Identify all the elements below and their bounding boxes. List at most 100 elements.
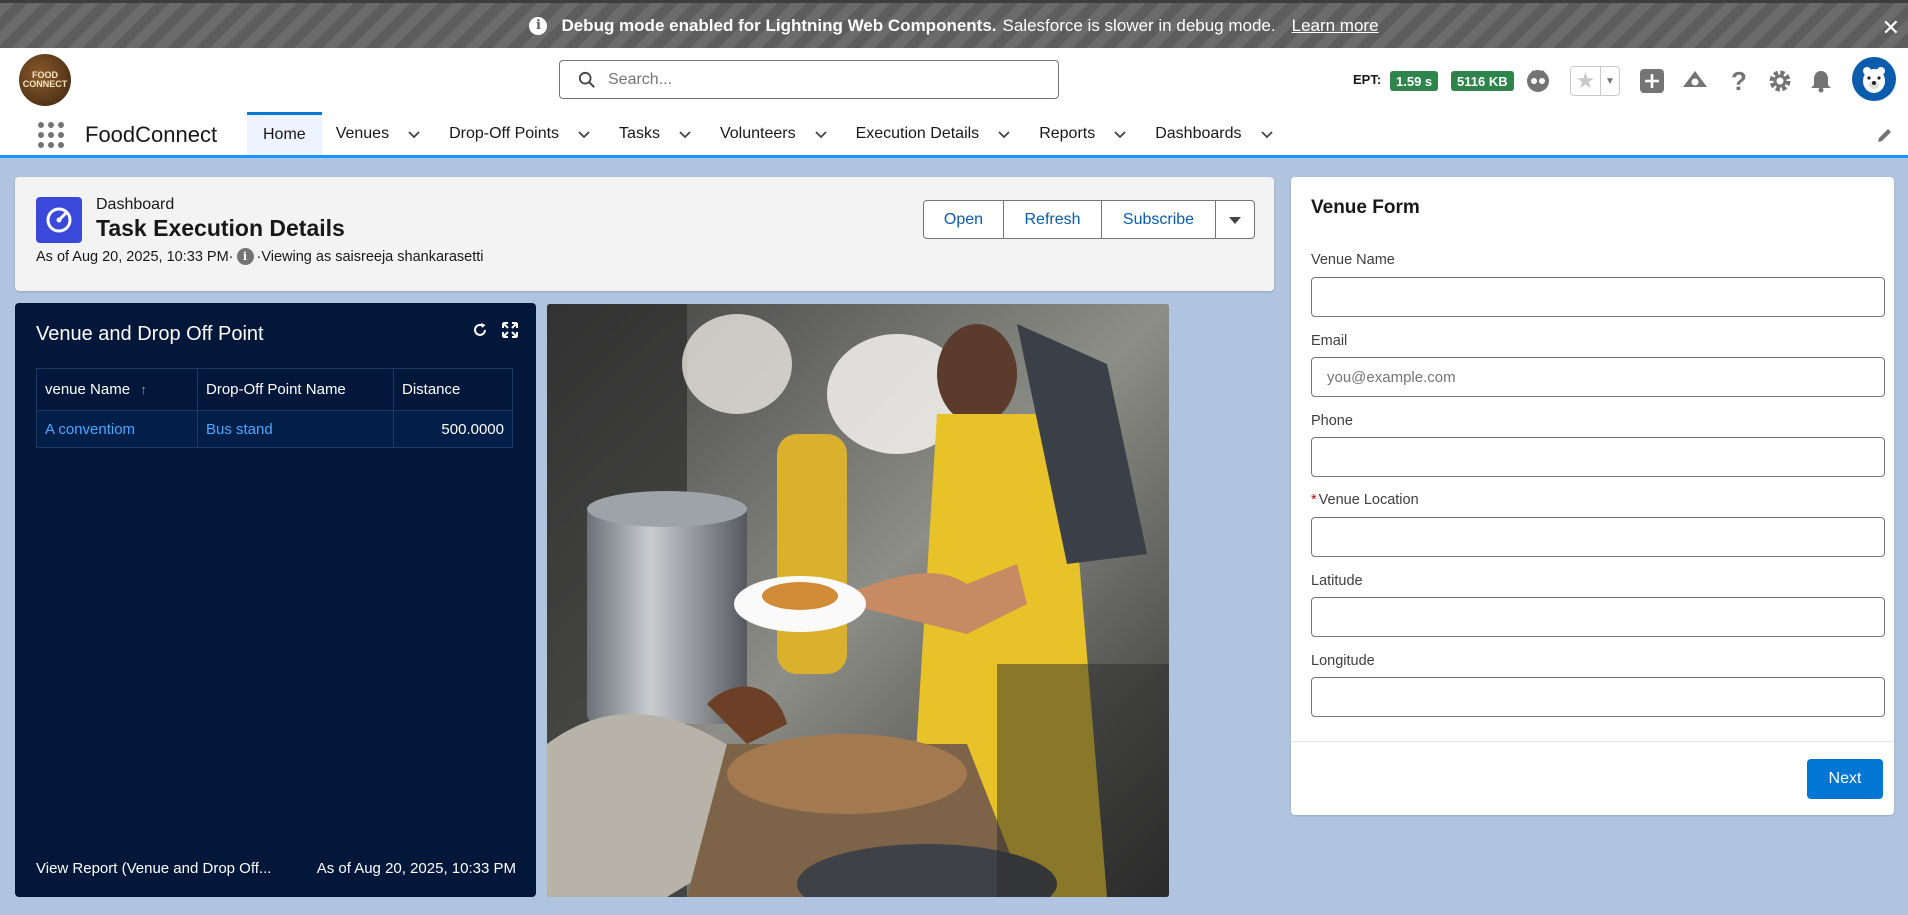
nav-item-label: Execution Details <box>855 124 980 142</box>
chevron-down-icon[interactable] <box>407 127 421 141</box>
table-row: A conventiom Bus stand 500.0000 <box>36 410 513 448</box>
memory-badge: 5116 KB <box>1451 71 1514 91</box>
nav-item-drop-off-points[interactable]: Drop-Off Points <box>435 112 605 155</box>
venue-name-field[interactable] <box>1311 277 1885 317</box>
phone-label: Phone <box>1311 413 1353 429</box>
refresh-button[interactable]: Refresh <box>1004 201 1102 238</box>
nav-item-label: Reports <box>1039 124 1096 142</box>
debug-banner-title: Debug mode enabled for Lightning Web Com… <box>561 15 997 35</box>
setup-assistant-icon[interactable] <box>1681 67 1709 95</box>
component-as-of: As of Aug 20, 2025, 10:33 PM <box>316 860 516 877</box>
dashboard-type-label: Dashboard <box>96 196 175 213</box>
search-icon <box>578 71 595 88</box>
logo-text-line-2: CONNECT <box>22 79 68 89</box>
required-indicator: * <box>1311 492 1317 508</box>
form-divider <box>1291 741 1894 742</box>
dashboard-viewing-as: ·Viewing as saisreeja shankarasetti <box>256 248 484 265</box>
next-button[interactable]: Next <box>1807 759 1883 799</box>
ept-value-badge: 1.59 s <box>1390 71 1439 91</box>
gear-icon[interactable] <box>1766 67 1794 95</box>
expand-icon[interactable] <box>501 321 519 339</box>
debug-banner-text: Salesforce is slower in debug mode. <box>1002 15 1276 35</box>
nav-item-home[interactable]: Home <box>247 112 322 155</box>
column-header-venue-name[interactable]: venue Name ↑ <box>36 368 198 411</box>
nav-item-tasks[interactable]: Tasks <box>605 112 706 155</box>
table-header-row: venue Name ↑ Drop-Off Point Name Distanc… <box>36 368 513 411</box>
subscribe-button[interactable]: Subscribe <box>1102 201 1216 238</box>
learn-more-link[interactable]: Learn more <box>1292 16 1379 36</box>
nav-item-label: Drop-Off Points <box>449 124 560 142</box>
latitude-label: Latitude <box>1311 573 1363 589</box>
help-icon[interactable]: ? <box>1725 66 1753 96</box>
more-actions-button[interactable] <box>1216 201 1254 238</box>
venue-name-cell[interactable]: A conventiom <box>36 410 198 448</box>
form-title: Venue Form <box>1311 197 1420 218</box>
venue-location-label: * Venue Location <box>1311 492 1419 508</box>
longitude-field[interactable] <box>1311 677 1885 717</box>
dashboard-header: Dashboard Task Execution Details As of A… <box>15 177 1274 291</box>
email-label: Email <box>1311 333 1348 349</box>
open-button[interactable]: Open <box>924 201 1004 238</box>
distance-cell: 500.0000 <box>393 410 513 448</box>
chevron-down-icon[interactable] <box>814 127 828 141</box>
venue-location-field[interactable] <box>1311 517 1885 557</box>
nav-item-label: Volunteers <box>719 124 796 142</box>
food-serving-image <box>547 304 1169 897</box>
info-icon[interactable]: i <box>236 248 254 265</box>
app-launcher-icon[interactable] <box>38 122 64 148</box>
nav-items: Home Venues Drop-Off Points Tasks Volunt… <box>247 112 1288 155</box>
venue-location-label-text: Venue Location <box>1318 492 1419 508</box>
avatar[interactable] <box>1852 57 1896 101</box>
nav-item-venues[interactable]: Venues <box>322 112 435 155</box>
refresh-icon[interactable] <box>471 321 489 339</box>
ept-label: EPT: <box>1353 72 1382 87</box>
chevron-down-icon[interactable] <box>1113 127 1127 141</box>
app-logo[interactable]: FOOD CONNECT <box>19 54 71 106</box>
search-placeholder: Search... <box>608 70 673 88</box>
venue-name-label: Venue Name <box>1311 252 1395 268</box>
latitude-field[interactable] <box>1311 597 1885 637</box>
nav-item-label: Tasks <box>619 124 660 142</box>
app-name: FoodConnect <box>85 122 218 147</box>
close-icon[interactable]: ✕ <box>1882 15 1900 41</box>
phone-field[interactable] <box>1311 437 1885 477</box>
global-header: FOOD CONNECT Search... EPT: 1.59 s 5116 … <box>0 48 1908 112</box>
nav-item-label: Venues <box>335 124 390 142</box>
search-input[interactable]: Search... <box>559 60 1059 99</box>
nav-item-execution-details[interactable]: Execution Details <box>842 112 1026 155</box>
column-header-label: venue Name <box>45 381 131 398</box>
app-nav-bar: FoodConnect Home Venues Drop-Off Points … <box>0 112 1908 158</box>
page-title: Task Execution Details <box>96 215 345 241</box>
component-title: Venue and Drop Off Point <box>36 323 264 345</box>
edit-nav-pencil-icon[interactable] <box>1876 126 1894 144</box>
nav-item-volunteers[interactable]: Volunteers <box>706 112 842 155</box>
email-field[interactable] <box>1311 357 1885 397</box>
trailhead-astro-icon[interactable] <box>1524 67 1552 95</box>
dashboard-icon <box>36 197 82 243</box>
chevron-down-icon[interactable] <box>678 127 692 141</box>
nav-item-reports[interactable]: Reports <box>1025 112 1141 155</box>
chevron-down-icon[interactable] <box>1260 127 1274 141</box>
column-header-distance[interactable]: Distance <box>393 368 513 411</box>
report-table: venue Name ↑ Drop-Off Point Name Distanc… <box>36 368 513 448</box>
favorites-group[interactable]: ★ ▼ <box>1570 66 1620 96</box>
venue-drop-off-component: Venue and Drop Off Point venue Name ↑ Dr… <box>15 303 536 897</box>
sort-ascending-icon: ↑ <box>140 382 147 397</box>
column-header-drop-off-point[interactable]: Drop-Off Point Name <box>197 368 394 411</box>
chevron-down-icon[interactable] <box>577 127 591 141</box>
nav-item-label: Home <box>263 126 306 143</box>
chevron-down-icon[interactable] <box>997 127 1011 141</box>
chevron-down-icon[interactable]: ▼ <box>1601 67 1619 95</box>
nav-item-dashboards[interactable]: Dashboards <box>1141 112 1287 155</box>
chevron-down-icon <box>1229 216 1241 224</box>
star-icon[interactable]: ★ <box>1571 67 1601 95</box>
debug-banner: i Debug mode enabled for Lightning Web C… <box>0 0 1908 48</box>
view-report-link[interactable]: View Report (Venue and Drop Off... <box>36 860 271 877</box>
bell-icon[interactable] <box>1807 67 1835 95</box>
drop-off-point-cell[interactable]: Bus stand <box>197 410 394 448</box>
venue-form-card: Venue Form Venue Name Email Phone *Venue… <box>1291 177 1894 815</box>
add-icon[interactable] <box>1638 67 1666 95</box>
dashboard-as-of: As of Aug 20, 2025, 10:33 PM· <box>36 248 234 265</box>
info-icon: i <box>529 16 548 35</box>
nav-item-label: Dashboards <box>1155 124 1242 142</box>
